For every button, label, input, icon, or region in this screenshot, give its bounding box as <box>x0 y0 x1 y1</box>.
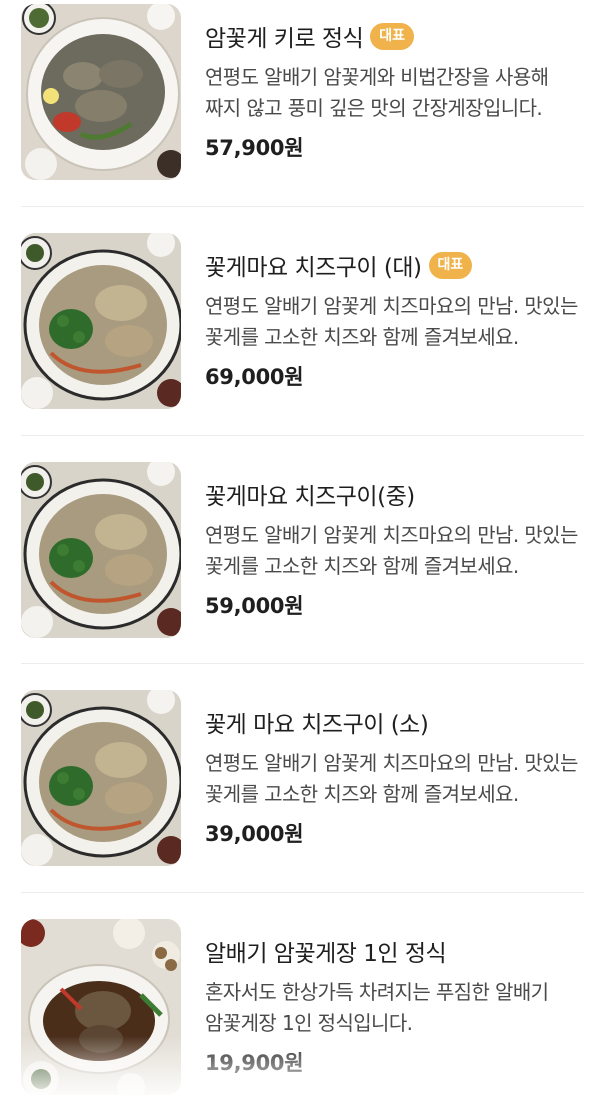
cheese-crab-image <box>21 233 181 409</box>
menu-item-description: 연평도 알배기 암꽃게 치즈마요의 만남. 맛있는 꽃게를 고소한 치즈와 함께… <box>205 294 578 349</box>
divider <box>21 435 584 436</box>
menu-item-description: 연평도 알배기 암꽃게 치즈마요의 만남. 맛있는 꽃게를 고소한 치즈와 함께… <box>205 751 578 806</box>
menu-item[interactable]: 알배기 암꽃게장 1인 정식 혼자서도 한상가득 차려지는 푸짐한 알배기 암꽃… <box>0 915 594 1096</box>
menu-item-price: 59,000원 <box>205 594 304 618</box>
cheese-crab-image <box>21 462 181 638</box>
divider <box>21 206 584 207</box>
menu-item-price: 39,000원 <box>205 822 304 846</box>
cheese-crab-image <box>21 690 181 866</box>
menu-item-description: 혼자서도 한상가득 차려지는 푸짐한 알배기 암꽃게장 1인 정식입니다. <box>205 980 549 1035</box>
food-photo <box>21 462 181 638</box>
signature-badge: 대표 <box>370 22 415 50</box>
menu-item-description: 연평도 알배기 암꽃게와 비법간장을 사용해 짜지 않고 풍미 깊은 맛의 간장… <box>205 65 549 120</box>
menu-item[interactable]: 암꽃게 키로 정식 대표 연평도 알배기 암꽃게와 비법간장을 사용해 짜지 않… <box>0 0 594 228</box>
menu-item-name: 알배기 암꽃게장 1인 정식 <box>205 941 447 967</box>
menu-item-name: 꽃게 마요 치즈구이 (소) <box>205 712 429 738</box>
divider <box>21 663 584 664</box>
divider <box>21 892 584 893</box>
menu-item-name: 꽃게마요 치즈구이(중) <box>205 484 415 510</box>
menu-item-name: 암꽃게 키로 정식 <box>205 26 364 52</box>
menu-item-price: 57,900원 <box>205 136 304 160</box>
menu-item[interactable]: 꽃게마요 치즈구이 (대) 대표 연평도 알배기 암꽃게 치즈마요의 만남. 맛… <box>0 229 594 457</box>
food-photo <box>21 233 181 409</box>
menu-item-price: 19,900원 <box>205 1051 304 1075</box>
menu-item[interactable]: 꽃게마요 치즈구이(중) 연평도 알배기 암꽃게 치즈마요의 만남. 맛있는 꽃… <box>0 458 594 686</box>
menu-list: 암꽃게 키로 정식 대표 연평도 알배기 암꽃게와 비법간장을 사용해 짜지 않… <box>0 0 594 1096</box>
menu-item-name: 꽃게마요 치즈구이 (대) <box>205 255 422 281</box>
food-photo <box>21 4 181 180</box>
menu-item-description: 연평도 알배기 암꽃게 치즈마요의 만남. 맛있는 꽃게를 고소한 치즈와 함께… <box>205 523 578 578</box>
menu-item-price: 69,000원 <box>205 365 304 389</box>
food-photo <box>21 919 181 1095</box>
food-photo <box>21 690 181 866</box>
menu-item[interactable]: 꽃게 마요 치즈구이 (소) 연평도 알배기 암꽃게 치즈마요의 만남. 맛있는… <box>0 686 594 914</box>
soy-crab-set-image <box>21 919 181 1095</box>
crab-platter-image <box>21 4 181 180</box>
signature-badge: 대표 <box>428 251 473 279</box>
